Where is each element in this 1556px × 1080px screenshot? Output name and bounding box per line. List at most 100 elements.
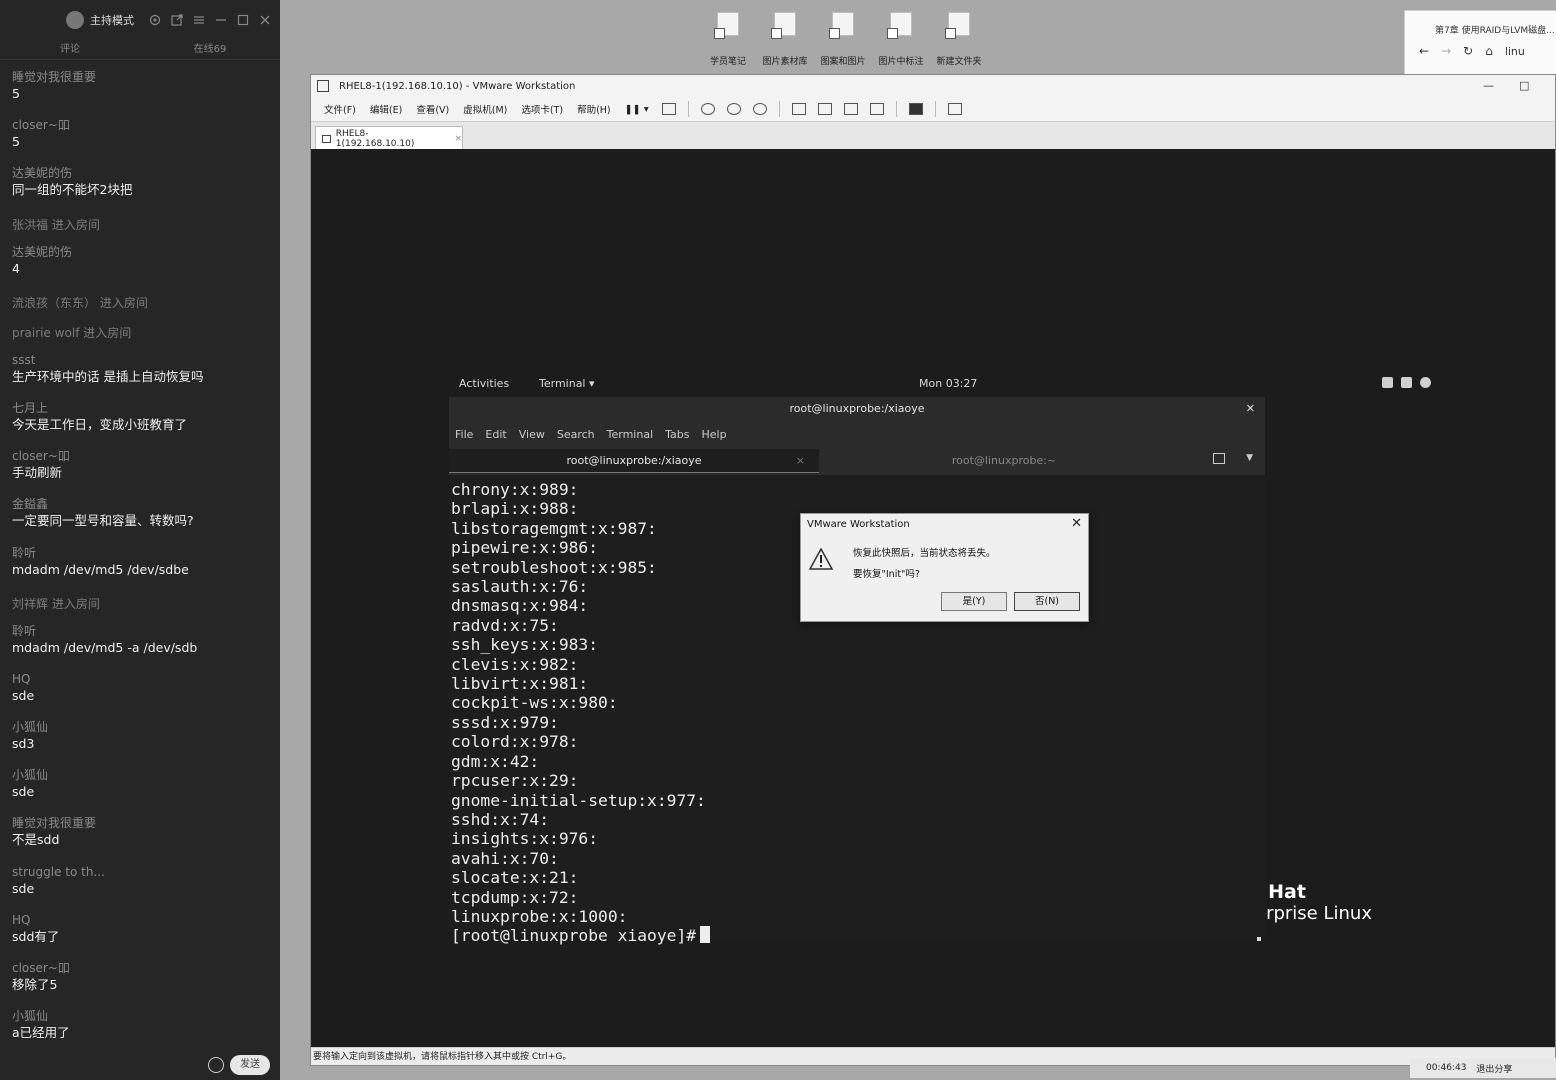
send-keys-icon[interactable] xyxy=(661,103,676,115)
yes-button[interactable]: 是(Y) xyxy=(941,592,1007,611)
message-list: 睡觉对我很重要 5 closer~吅 5 达美妮的伤 同一组的不能坏2块把 张洪福 进入房间… xyxy=(0,60,280,1053)
unity-icon[interactable] xyxy=(869,103,884,115)
tab-online[interactable]: 在线69 xyxy=(140,40,280,59)
menu-help[interactable]: 帮助(H) xyxy=(572,102,616,116)
menu-tabs[interactable]: Tabs xyxy=(665,428,689,441)
vm-tabbar: RHEL8-1(192.168.10.10) × xyxy=(311,121,1555,150)
pause-icon[interactable]: ❚❚ ▾ xyxy=(620,104,654,115)
desktop-shortcut[interactable]: 图案和图片 xyxy=(815,12,871,67)
shortcut-label: 学员笔记 xyxy=(709,57,746,67)
no-button[interactable]: 否(N) xyxy=(1014,592,1080,611)
chat-message: closer~吅 5 xyxy=(12,114,280,162)
chat-message: 睡觉对我很重要 不是sdd xyxy=(12,812,280,860)
snapshot-icon[interactable] xyxy=(700,103,715,115)
share-timer: 00:46:43 xyxy=(1426,1063,1467,1073)
chat-message: struggle to th... sde xyxy=(12,861,280,909)
menu-help[interactable]: Help xyxy=(702,428,727,441)
menu-edit[interactable]: Edit xyxy=(485,428,506,441)
clock[interactable]: Mon 03:27 xyxy=(919,377,977,390)
message-user: 七月上 xyxy=(12,400,49,415)
emoji-icon[interactable] xyxy=(208,1057,224,1073)
address-bar[interactable]: linu xyxy=(1505,45,1525,58)
join-notice: 流浪孩（东东） 进入房间 xyxy=(12,289,280,319)
tab-comments[interactable]: 评论 xyxy=(0,40,140,59)
stretch-icon[interactable] xyxy=(947,103,962,115)
tab-label: root@linuxprobe:/xiaoye xyxy=(566,454,702,467)
menu-icon[interactable] xyxy=(192,13,206,27)
new-tab-icon[interactable] xyxy=(1213,453,1225,464)
chat-message: 睡觉对我很重要 5 xyxy=(12,66,280,114)
message-user: 张洪福 进入房间 xyxy=(12,217,100,232)
reload-icon[interactable]: ↻ xyxy=(1463,44,1473,58)
home-icon[interactable]: ⌂ xyxy=(1485,44,1493,58)
revert-snapshot-icon[interactable] xyxy=(726,103,741,115)
snapshot-manager-icon[interactable] xyxy=(752,103,767,115)
maximize-icon[interactable]: □ xyxy=(1519,79,1529,92)
menu-search[interactable]: Search xyxy=(557,428,595,441)
menu-edit[interactable]: 编辑(E) xyxy=(365,102,407,116)
fullscreen-icon[interactable] xyxy=(843,103,858,115)
join-notice: 张洪福 进入房间 xyxy=(12,211,280,241)
avatar xyxy=(66,11,84,29)
terminal-tab-active[interactable]: root@linuxprobe:/xiaoye × xyxy=(449,449,819,473)
activities-button[interactable]: Activities xyxy=(459,377,509,390)
message-user: prairie wolf 进入房间 xyxy=(12,325,132,340)
tab-menu-icon[interactable]: ▼ xyxy=(1246,453,1253,463)
menu-view[interactable]: 查看(V) xyxy=(411,102,454,116)
popout-icon[interactable] xyxy=(170,13,184,27)
power-icon xyxy=(1420,377,1431,388)
menu-terminal[interactable]: Terminal xyxy=(607,428,654,441)
menu-tabs[interactable]: 选项卡(T) xyxy=(516,102,568,116)
message-text: sde xyxy=(12,784,35,800)
terminal-line: gnome-initial-setup:x:977: xyxy=(451,790,706,810)
message-user: struggle to th... xyxy=(12,864,105,879)
library-icon[interactable] xyxy=(791,103,806,115)
warning-icon xyxy=(809,548,833,570)
message-text: sde xyxy=(12,880,35,896)
exit-share-button[interactable]: 退出分享 xyxy=(1476,1062,1512,1075)
console-icon[interactable] xyxy=(908,103,923,115)
maximize-icon[interactable] xyxy=(236,13,250,27)
menu-file[interactable]: File xyxy=(455,428,473,441)
terminal-title: root@linuxprobe:/xiaoye xyxy=(789,402,925,415)
desktop-shortcut[interactable]: 新建文件夹 xyxy=(931,12,987,67)
close-icon[interactable] xyxy=(258,13,272,27)
browser-tab[interactable]: 第7章 使用RAID与LVM磁盘... xyxy=(1405,11,1556,36)
back-icon[interactable]: ← xyxy=(1419,44,1429,58)
menu-file[interactable]: 文件(F) xyxy=(319,102,361,116)
message-text: 5 xyxy=(12,134,20,150)
vm-tab[interactable]: RHEL8-1(192.168.10.10) × xyxy=(315,126,463,150)
send-button[interactable]: 发送 xyxy=(230,1055,270,1075)
terminal-line: rpcuser:x:29: xyxy=(451,771,579,791)
forward-icon[interactable]: → xyxy=(1441,44,1451,58)
system-menu[interactable] xyxy=(1382,377,1431,388)
close-icon[interactable]: ✕ xyxy=(1246,397,1255,421)
desktop-shortcut[interactable]: 图片中标注 xyxy=(873,12,929,67)
app-menu[interactable]: Terminal ▾ xyxy=(539,377,595,390)
shortcut-icon xyxy=(829,12,854,39)
chat-message: 达美妮的伤 4 xyxy=(12,241,280,289)
desktop-shortcut[interactable]: 学员笔记 xyxy=(700,12,756,67)
menu-vm[interactable]: 虚拟机(M) xyxy=(458,102,512,116)
terminal-tab[interactable]: root@linuxprobe:~ xyxy=(819,449,1189,473)
close-tab-icon[interactable]: × xyxy=(454,134,462,144)
close-icon[interactable]: ✕ xyxy=(1071,516,1082,531)
minimize-icon[interactable]: — xyxy=(1483,79,1494,92)
message-user: closer~吅 xyxy=(12,118,70,133)
host-mode[interactable]: 主持模式 xyxy=(66,11,134,29)
message-text: 同一组的不能坏2块把 xyxy=(12,182,133,198)
message-text: 不是sdd xyxy=(12,832,60,848)
message-text: sdd有了 xyxy=(12,928,60,944)
close-tab-icon[interactable]: × xyxy=(796,449,805,473)
dialog-title-text: VMware Workstation xyxy=(807,519,910,530)
minimize-icon[interactable] xyxy=(214,13,228,27)
message-user: ssst xyxy=(12,352,36,367)
chat-message: 金鎰鑫 一定要同一型号和容量、转数吗? xyxy=(12,493,280,541)
desktop-shortcut[interactable]: 图片素材库 xyxy=(757,12,813,67)
terminal-line: slocate:x:21: xyxy=(451,868,579,888)
volume-icon xyxy=(1401,377,1412,388)
thumbnail-icon[interactable] xyxy=(817,103,832,115)
status-bar: 要将输入定向到该虚拟机，请将鼠标指针移入其中或按 Ctrl+G。 xyxy=(311,1047,1555,1065)
settings-icon[interactable] xyxy=(148,13,162,27)
menu-view[interactable]: View xyxy=(519,428,545,441)
